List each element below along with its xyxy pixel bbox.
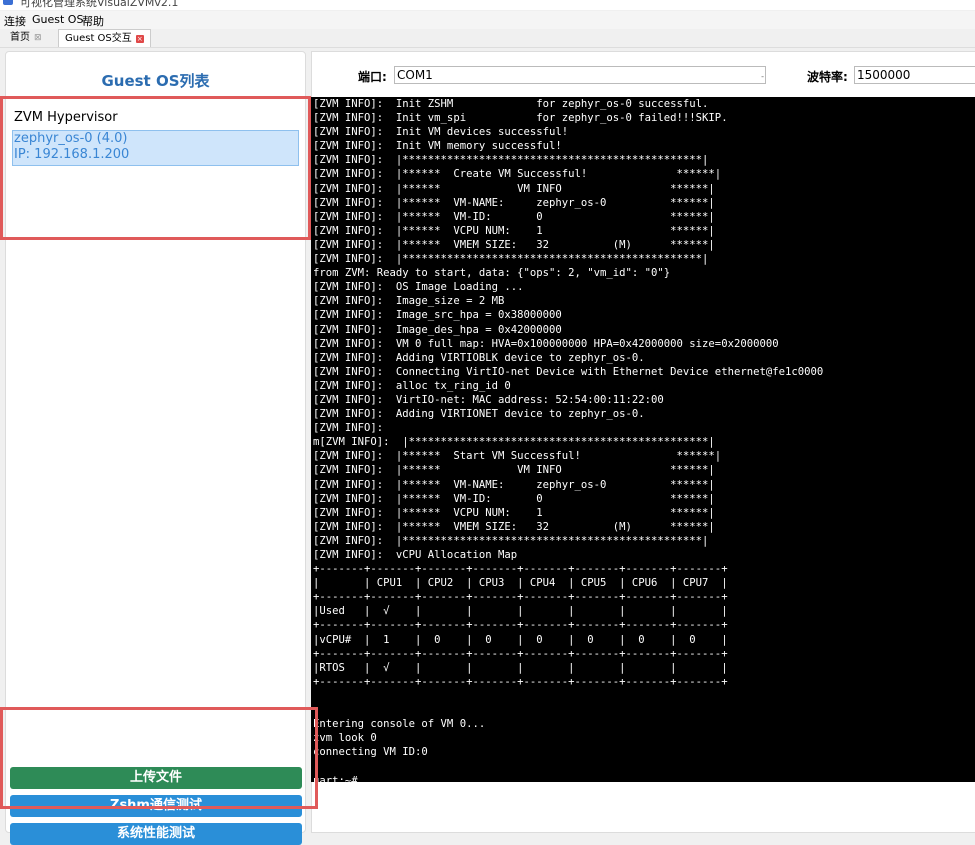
baud-rate-field[interactable]: 1500000 xyxy=(854,66,975,84)
tab-home[interactable]: 首页 ⊠ xyxy=(4,29,48,47)
console-line: [ZVM INFO]: Init VM memory successful! xyxy=(313,140,562,153)
console-line: [ZVM INFO]: Init VM devices successful! xyxy=(313,126,569,139)
console-line: [ZVM INFO]: VM 0 full map: HVA=0x1000000… xyxy=(313,337,779,350)
console-line: |RTOS | √ | | | | | | | xyxy=(313,661,728,674)
tab-guest-os-interact[interactable]: Guest OS交互 × xyxy=(58,29,151,47)
port-value: COM1 xyxy=(397,68,433,82)
tab-home-label: 首页 xyxy=(10,32,30,43)
console-line: [ZVM INFO]: |****** VMEM SIZE: 32 (M) **… xyxy=(313,238,715,251)
port-label: 端口: xyxy=(358,70,387,84)
serial-console[interactable]: [ZVM INFO]: Init ZSHM for zephyr_os-0 su… xyxy=(311,97,975,782)
console-line: [ZVM INFO]: |***************************… xyxy=(313,534,709,547)
menu-connect[interactable]: 连接 xyxy=(4,13,26,29)
console-line: [ZVM INFO]: vCPU Allocation Map xyxy=(313,549,518,561)
console-line: [ZVM INFO]: |***************************… xyxy=(313,253,709,266)
baud-value: 1500000 xyxy=(857,68,911,82)
panel-title: Guest OS列表 xyxy=(101,72,210,90)
menu-guest-os[interactable]: Guest OS xyxy=(32,13,83,26)
tab-bar: 首页 ⊠ Guest OS交互 × xyxy=(0,29,975,48)
menu-bar: 连接 Guest OS 帮助 xyxy=(0,11,975,29)
console-line: [ZVM INFO]: OS Image Loading ... xyxy=(313,281,524,294)
tree-item-ip: IP: 192.168.1.200 xyxy=(14,147,130,162)
app-icon xyxy=(3,0,13,5)
console-line: +-------+-------+-------+-------+-------… xyxy=(313,563,728,576)
tab-guest-os-label: Guest OS交互 xyxy=(65,33,132,44)
console-line: [ZVM INFO]: Adding VIRTIOBLK device to z… xyxy=(313,351,645,364)
console-line: [ZVM INFO]: VirtIO-net: MAC address: 52:… xyxy=(313,393,664,406)
console-line: [ZVM INFO]: Image_src_hpa = 0x38000000 xyxy=(313,309,562,322)
console-line: [ZVM INFO]: |****** VM-ID: 0 ******| xyxy=(313,210,715,223)
console-line: |vCPU# | 1 | 0 | 0 | 0 | 0 | 0 | 0 | xyxy=(313,633,728,646)
console-line: Entering console of VM 0... xyxy=(313,718,486,731)
console-line: [ZVM INFO]: |****** VCPU NUM: 1 ******| xyxy=(313,506,715,519)
console-line: +-------+-------+-------+-------+-------… xyxy=(313,675,728,688)
console-line: [ZVM INFO]: |****** VMEM SIZE: 32 (M) **… xyxy=(313,520,715,533)
console-line: [ZVM INFO]: |****** VCPU NUM: 1 ******| xyxy=(313,224,715,237)
console-line: |Used | √ | | | | | | | xyxy=(313,605,728,618)
tree-root-hypervisor[interactable]: ZVM Hypervisor xyxy=(12,108,302,128)
console-line: [ZVM INFO]: |****** VM-ID: 0 ******| xyxy=(313,492,715,505)
console-line: uart:~# xyxy=(313,774,358,783)
console-line: zvm look 0 xyxy=(313,732,377,745)
console-line: [ZVM INFO]: Image_size = 2 MB xyxy=(313,295,505,308)
performance-test-button[interactable]: 系统性能测试 xyxy=(10,823,302,845)
console-line: [ZVM INFO]: |****** VM-NAME: zephyr_os-0… xyxy=(313,196,715,209)
menu-help[interactable]: 帮助 xyxy=(82,13,104,29)
console-line: [ZVM INFO]: |****** VM INFO ******| xyxy=(313,182,715,195)
window-title: 可视化管理系统VisualZVMv2.1 xyxy=(20,0,179,9)
console-line: [ZVM INFO]: |****** Start VM Successful!… xyxy=(313,450,722,463)
console-line: [ZVM INFO]: |****** Create VM Successful… xyxy=(313,168,722,181)
console-line: [ZVM INFO]: Connecting VirtIO-net Device… xyxy=(313,365,824,378)
tree-item-name: zephyr_os-0 (4.0) xyxy=(14,131,128,146)
upload-file-button[interactable]: 上传文件 xyxy=(10,767,302,789)
console-line: [ZVM INFO]: Adding VIRTIONET device to z… xyxy=(313,408,645,421)
dropdown-arrow-icon[interactable]: - xyxy=(761,69,764,85)
console-line: [ZVM INFO]: |***************************… xyxy=(313,154,709,167)
console-line: [ZVM INFO]: Image_des_hpa = 0x42000000 xyxy=(313,323,562,336)
console-line: | | CPU1 | CPU2 | CPU3 | CPU4 | CPU5 | C… xyxy=(313,577,728,590)
console-line: connecting VM ID:0 xyxy=(313,746,428,759)
guest-os-tree[interactable]: ZVM Hypervisor zephyr_os-0 (4.0) IP: 192… xyxy=(12,108,302,166)
console-line: [ZVM INFO]: Init ZSHM for zephyr_os-0 su… xyxy=(313,98,709,110)
console-line: m[ZVM INFO]: |**************************… xyxy=(313,436,715,449)
console-line: [ZVM INFO]: |****** VM INFO ******| xyxy=(313,464,715,477)
console-line: [ZVM INFO]: |****** VM-NAME: zephyr_os-0… xyxy=(313,478,715,491)
console-line: +-------+-------+-------+-------+-------… xyxy=(313,619,728,632)
zshm-test-button[interactable]: Zshm通信测试 xyxy=(10,795,302,817)
console-line: [ZVM INFO]: xyxy=(313,422,384,435)
console-line: +-------+-------+-------+-------+-------… xyxy=(313,591,728,604)
guest-os-list-panel: Guest OS列表 ZVM Hypervisor zephyr_os-0 (4… xyxy=(5,51,306,845)
console-line: [ZVM INFO]: Init vm_spi for zephyr_os-0 … xyxy=(313,112,728,125)
tree-item-zephyr-os-0[interactable]: zephyr_os-0 (4.0) IP: 192.168.1.200 xyxy=(12,130,299,166)
tab-close-icon[interactable]: × xyxy=(135,35,144,43)
console-line: from ZVM: Ready to start, data: {"ops": … xyxy=(313,267,671,280)
port-select[interactable]: COM1 - xyxy=(394,66,766,84)
title-bar: 可视化管理系统VisualZVMv2.1 xyxy=(0,0,975,10)
baud-label: 波特率: xyxy=(807,70,848,84)
console-line: [ZVM INFO]: alloc tx_ring_id 0 xyxy=(313,379,511,392)
console-output: [ZVM INFO]: Init ZSHM for zephyr_os-0 su… xyxy=(311,97,975,782)
tab-home-close-icon[interactable]: ⊠ xyxy=(34,29,42,47)
console-line: +-------+-------+-------+-------+-------… xyxy=(313,647,728,660)
